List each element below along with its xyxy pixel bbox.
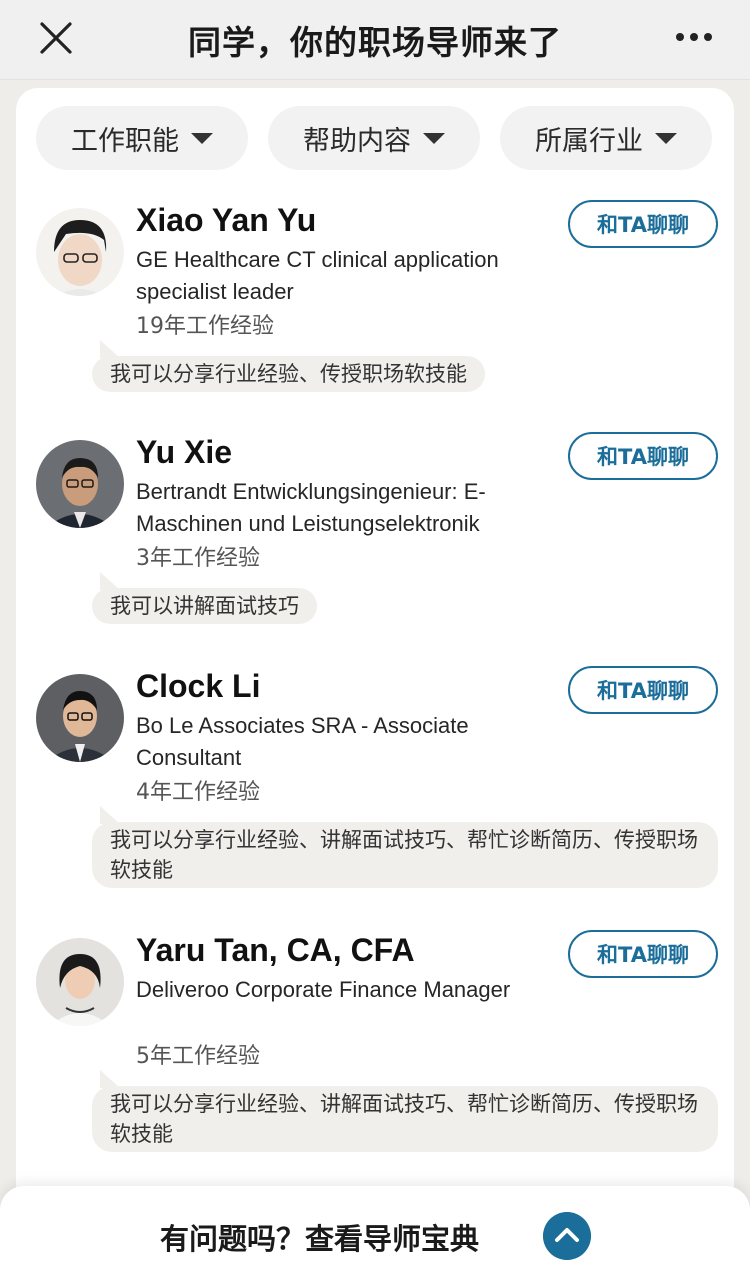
filter-label: 所属行业 (535, 125, 643, 157)
chevron-up-icon[interactable] (543, 1212, 591, 1260)
mentor-name: Clock Li (136, 668, 261, 704)
filter-help-content[interactable]: 帮助内容 (268, 106, 480, 170)
mentor-experience: 3年工作经验 (136, 546, 260, 571)
mentor-name: Yu Xie (136, 434, 233, 470)
mentor-role: Bertrandt Entwicklungsingenieur: E-Masch… (136, 479, 486, 536)
filter-label: 工作职能 (71, 125, 179, 157)
help-bubble: 我可以讲解面试技巧 (92, 572, 317, 624)
filter-job-function[interactable]: 工作职能 (36, 106, 248, 170)
mentor-name: Xiao Yan Yu (136, 202, 317, 238)
mentor-role: Bo Le Associates SRA - Associate Consult… (136, 713, 469, 770)
mentor-experience: 4年工作经验 (136, 780, 260, 805)
mentor-role: Deliveroo Corporate Finance Manager (136, 977, 511, 1002)
mentor-list-card: 工作职能 帮助内容 所属行业 Xiao Yan Yu GE Healthcare… (16, 88, 734, 1286)
avatar (36, 440, 124, 528)
avatar (36, 674, 124, 762)
help-bubble: 我可以分享行业经验、传授职场软技能 (92, 340, 485, 392)
bottom-guide-bar[interactable]: 有问题吗？查看导师宝典 (0, 1186, 750, 1286)
guide-link-text[interactable]: 有问题吗？查看导师宝典 (160, 1216, 479, 1258)
help-bubble: 我可以分享行业经验、讲解面试技巧、帮忙诊断简历、传授职场软技能 (92, 806, 718, 888)
filter-bar: 工作职能 帮助内容 所属行业 (36, 106, 716, 170)
mentor-name: Yaru Tan, CA, CFA (136, 932, 415, 968)
caret-down-icon (655, 132, 677, 144)
caret-down-icon (423, 132, 445, 144)
page-title: 同学，你的职场导师来了 (188, 23, 562, 62)
filter-industry[interactable]: 所属行业 (500, 106, 712, 170)
caret-down-icon (191, 132, 213, 144)
help-bubble: 我可以分享行业经验、讲解面试技巧、帮忙诊断简历、传授职场软技能 (92, 1070, 718, 1152)
chat-button[interactable]: 和TA聊聊 (568, 200, 718, 248)
chat-button[interactable]: 和TA聊聊 (568, 930, 718, 978)
mentor-experience: 19年工作经验 (136, 314, 274, 339)
top-nav-bar: 同学，你的职场导师来了 (0, 0, 750, 80)
chat-button[interactable]: 和TA聊聊 (568, 432, 718, 480)
avatar (36, 208, 124, 296)
mentor-experience: 5年工作经验 (136, 1044, 260, 1069)
filter-label: 帮助内容 (303, 125, 411, 157)
avatar (36, 938, 124, 1026)
chat-button[interactable]: 和TA聊聊 (568, 666, 718, 714)
mentor-role: GE Healthcare CT clinical application sp… (136, 247, 499, 304)
more-icon[interactable] (674, 22, 714, 52)
